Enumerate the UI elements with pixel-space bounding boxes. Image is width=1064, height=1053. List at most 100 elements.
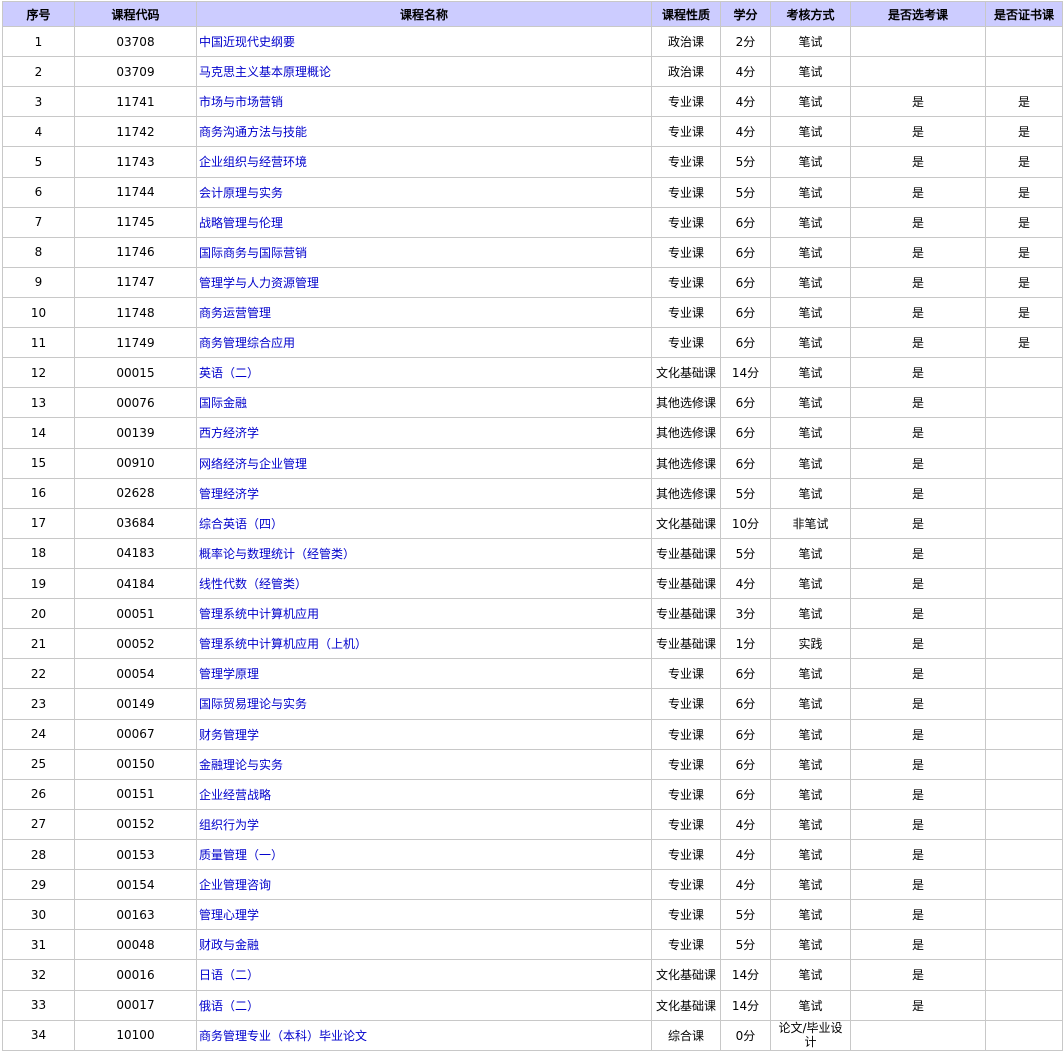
cell-course-name[interactable]: 商务管理综合应用 — [196, 327, 652, 359]
course-name-link[interactable]: 商务运营管理 — [199, 306, 271, 320]
cell-course-name[interactable]: 战略管理与伦理 — [196, 206, 652, 238]
course-name-link[interactable]: 企业经营战略 — [199, 788, 271, 802]
cell-course-name[interactable]: 管理心理学 — [196, 899, 652, 931]
cell-certificate — [985, 25, 1063, 58]
cell-course-name[interactable]: 线性代数（经管类） — [196, 567, 652, 600]
cell-course-name[interactable]: 俄语（二） — [196, 989, 652, 1021]
cell-course-name[interactable]: 金融理论与实务 — [196, 748, 652, 780]
cell-course-name[interactable]: 英语（二） — [196, 357, 652, 389]
course-name-link[interactable]: 商务管理综合应用 — [199, 336, 295, 350]
cell-course-name[interactable]: 中国近现代史纲要 — [196, 25, 652, 58]
cell-course-name[interactable]: 商务沟通方法与技能 — [196, 116, 652, 148]
cell-course-name[interactable]: 市场与市场营销 — [196, 86, 652, 118]
course-name-link[interactable]: 中国近现代史纲要 — [199, 35, 295, 49]
cell-certificate — [985, 869, 1063, 901]
cell-course-code: 00150 — [74, 748, 197, 780]
cell-course-type: 专业课 — [651, 658, 721, 690]
cell-exam-method: 笔试 — [770, 748, 851, 780]
cell-course-name[interactable]: 企业组织与经营环境 — [196, 146, 652, 178]
cell-elective: 是 — [850, 296, 986, 329]
cell-credits: 4分 — [720, 869, 771, 901]
cell-credits: 6分 — [720, 718, 771, 750]
course-name-link[interactable]: 企业管理咨询 — [199, 878, 271, 892]
cell-course-name[interactable]: 企业管理咨询 — [196, 869, 652, 901]
course-name-link[interactable]: 金融理论与实务 — [199, 758, 283, 772]
cell-course-name[interactable]: 管理系统中计算机应用 — [196, 598, 652, 630]
table-row: 7 11745 战略管理与伦理 专业课 6分 笔试是是 — [2, 206, 1063, 238]
course-name-link[interactable]: 商务管理专业（本科）毕业论文 — [199, 1029, 367, 1043]
course-name-link[interactable]: 管理系统中计算机应用 — [199, 607, 319, 621]
course-name-link[interactable]: 组织行为学 — [199, 818, 259, 832]
cell-course-name[interactable]: 组织行为学 — [196, 808, 652, 840]
cell-course-name[interactable]: 国际贸易理论与实务 — [196, 688, 652, 720]
course-name-link[interactable]: 综合英语（四） — [199, 517, 283, 531]
cell-course-name[interactable]: 质量管理（一） — [196, 838, 652, 871]
course-name-link[interactable]: 日语（二） — [199, 968, 259, 982]
course-name-link[interactable]: 马克思主义基本原理概论 — [199, 65, 331, 79]
course-name-link[interactable]: 西方经济学 — [199, 426, 259, 440]
cell-seq: 25 — [2, 748, 75, 780]
cell-elective: 是 — [850, 628, 986, 660]
cell-course-name[interactable]: 管理学与人力资源管理 — [196, 266, 652, 298]
cell-course-type: 专业课 — [651, 929, 721, 961]
cell-exam-method: 实践 — [770, 628, 851, 660]
course-name-link[interactable]: 概率论与数理统计（经管类） — [199, 547, 355, 561]
course-name-link[interactable]: 国际贸易理论与实务 — [199, 697, 307, 711]
cell-course-name[interactable]: 财政与金融 — [196, 929, 652, 961]
cell-seq: 19 — [2, 567, 75, 600]
course-name-link[interactable]: 财政与金融 — [199, 938, 259, 952]
cell-course-name[interactable]: 管理经济学 — [196, 477, 652, 509]
cell-certificate — [985, 1019, 1063, 1052]
cell-elective: 是 — [850, 567, 986, 600]
cell-course-code: 11747 — [74, 266, 197, 298]
cell-credits: 5分 — [720, 176, 771, 208]
cell-course-name[interactable]: 概率论与数理统计（经管类） — [196, 537, 652, 569]
cell-credits: 5分 — [720, 929, 771, 961]
cell-course-name[interactable]: 商务管理专业（本科）毕业论文 — [196, 1019, 652, 1052]
cell-elective: 是 — [850, 778, 986, 810]
cell-course-name[interactable]: 会计原理与实务 — [196, 176, 652, 208]
cell-course-type: 文化基础课 — [651, 507, 721, 539]
cell-course-name[interactable]: 国际商务与国际营销 — [196, 236, 652, 268]
course-name-link[interactable]: 国际商务与国际营销 — [199, 246, 307, 260]
course-name-link[interactable]: 管理心理学 — [199, 908, 259, 922]
cell-course-name[interactable]: 商务运营管理 — [196, 296, 652, 329]
cell-course-name[interactable]: 西方经济学 — [196, 417, 652, 449]
course-name-link[interactable]: 市场与市场营销 — [199, 95, 283, 109]
cell-course-name[interactable]: 管理学原理 — [196, 658, 652, 690]
table-row: 3 11741 市场与市场营销 专业课 4分 笔试是是 — [2, 86, 1063, 118]
course-name-link[interactable]: 俄语（二） — [199, 999, 259, 1013]
cell-course-name[interactable]: 企业经营战略 — [196, 778, 652, 810]
course-name-link[interactable]: 管理系统中计算机应用（上机） — [199, 637, 367, 651]
course-name-link[interactable]: 国际金融 — [199, 396, 247, 410]
cell-course-name[interactable]: 马克思主义基本原理概论 — [196, 56, 652, 88]
cell-course-name[interactable]: 管理系统中计算机应用（上机） — [196, 628, 652, 660]
course-name-link[interactable]: 管理学与人力资源管理 — [199, 276, 319, 290]
cell-elective: 是 — [850, 447, 986, 479]
course-name-link[interactable]: 管理经济学 — [199, 487, 259, 501]
cell-exam-method: 笔试 — [770, 387, 851, 419]
course-name-link[interactable]: 网络经济与企业管理 — [199, 457, 307, 471]
course-name-link[interactable]: 财务管理学 — [199, 728, 259, 742]
course-name-link[interactable]: 会计原理与实务 — [199, 186, 283, 200]
course-name-link[interactable]: 线性代数（经管类） — [199, 577, 307, 591]
cell-course-code: 03708 — [74, 25, 197, 58]
cell-course-type: 其他选修课 — [651, 417, 721, 449]
course-name-link[interactable]: 战略管理与伦理 — [199, 216, 283, 230]
cell-course-name[interactable]: 综合英语（四） — [196, 507, 652, 539]
cell-seq: 7 — [2, 206, 75, 238]
course-name-link[interactable]: 英语（二） — [199, 366, 259, 380]
cell-course-name[interactable]: 国际金融 — [196, 387, 652, 419]
table-row: 21 00052 管理系统中计算机应用（上机） 专业基础课 1分 实践是 — [2, 628, 1063, 660]
course-name-link[interactable]: 管理学原理 — [199, 667, 259, 681]
cell-course-name[interactable]: 财务管理学 — [196, 718, 652, 750]
cell-course-name[interactable]: 网络经济与企业管理 — [196, 447, 652, 479]
cell-credits: 3分 — [720, 598, 771, 630]
table-row: 6 11744 会计原理与实务 专业课 5分 笔试是是 — [2, 176, 1063, 208]
cell-course-name[interactable]: 日语（二） — [196, 959, 652, 991]
course-name-link[interactable]: 商务沟通方法与技能 — [199, 125, 307, 139]
table-row: 10 11748 商务运营管理 专业课 6分 笔试是是 — [2, 296, 1063, 329]
course-name-link[interactable]: 质量管理（一） — [199, 848, 283, 862]
course-name-link[interactable]: 企业组织与经营环境 — [199, 155, 307, 169]
cell-certificate — [985, 658, 1063, 690]
